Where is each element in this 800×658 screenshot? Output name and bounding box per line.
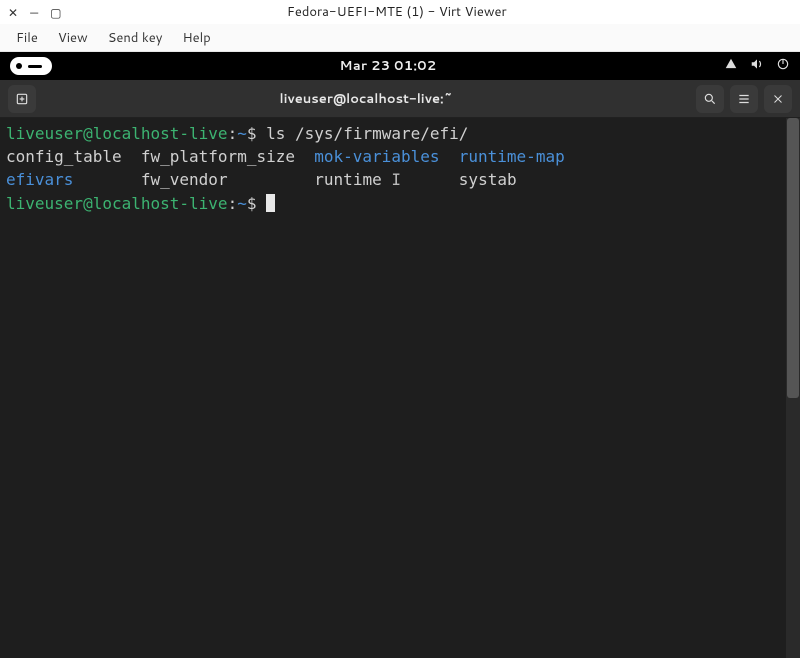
menu-file[interactable]: File — [6, 27, 48, 49]
command-text: ls /sys/firmware/efi/ — [266, 124, 468, 143]
clock[interactable]: Mar 23 01:02 — [340, 57, 437, 75]
prompt-symbol: $ — [247, 124, 257, 143]
ls-entry: fw_platform_size — [141, 147, 295, 166]
prompt-user-host: liveuser@localhost-live — [6, 194, 228, 213]
close-button[interactable] — [764, 85, 792, 113]
maximize-icon[interactable]: ▢ — [50, 4, 61, 21]
menu-help[interactable]: Help — [172, 27, 220, 49]
activities-button[interactable] — [10, 57, 52, 75]
prompt-sep-colon: : — [228, 124, 238, 143]
virt-viewer-titlebar: ✕ — ▢ Fedora-UEFI-MTE (1) - Virt Viewer — [0, 0, 800, 24]
workspace-bar-icon — [28, 65, 42, 68]
terminal-title: liveuser@localhost-live:~ — [36, 90, 696, 108]
prompt-symbol: $ — [247, 194, 257, 213]
terminal-body[interactable]: liveuser@localhost-live:~$ ls /sys/firmw… — [0, 118, 800, 658]
prompt-user-host: liveuser@localhost-live — [6, 124, 228, 143]
prompt-path: ~ — [237, 124, 247, 143]
new-tab-button[interactable] — [8, 85, 36, 113]
close-icon[interactable]: ✕ — [8, 4, 18, 21]
scrollbar-track[interactable] — [786, 118, 800, 658]
ls-entry: mok-variables — [314, 147, 439, 166]
virt-viewer-menubar: File View Send key Help — [0, 24, 800, 52]
ls-entry: config_table — [6, 147, 122, 166]
hamburger-menu-button[interactable] — [730, 85, 758, 113]
window-title: Fedora-UEFI-MTE (1) - Virt Viewer — [62, 3, 732, 21]
gnome-topbar: Mar 23 01:02 — [0, 52, 800, 80]
ls-entry: runtime — [314, 170, 381, 189]
scrollbar-thumb[interactable] — [787, 118, 799, 398]
vm-screen: Mar 23 01:02 liveuser@localhost-live:~ — [0, 52, 800, 658]
network-icon[interactable] — [724, 57, 738, 76]
menu-send-key[interactable]: Send key — [98, 27, 173, 49]
text-cursor-icon: I — [391, 168, 401, 191]
search-button[interactable] — [696, 85, 724, 113]
ls-entry: runtime-map — [459, 147, 565, 166]
ls-entry: efivars — [6, 170, 73, 189]
prompt-path: ~ — [237, 194, 247, 213]
minimize-icon[interactable]: — — [30, 4, 38, 21]
ls-entry: fw_vendor — [141, 170, 228, 189]
ls-entry: systab — [459, 170, 517, 189]
terminal-headerbar: liveuser@localhost-live:~ — [0, 80, 800, 118]
menu-view[interactable]: View — [48, 27, 98, 49]
workspace-dot-icon — [16, 63, 22, 69]
block-cursor-icon — [266, 194, 275, 212]
power-icon[interactable] — [776, 57, 790, 76]
volume-icon[interactable] — [750, 57, 764, 76]
